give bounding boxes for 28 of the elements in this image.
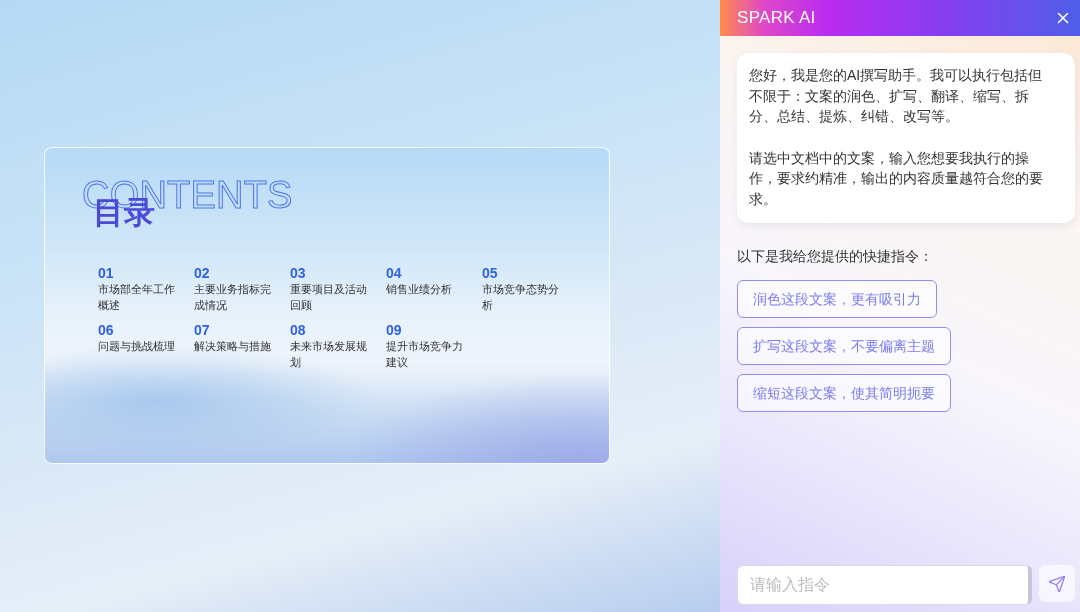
shortcuts-intro: 以下是我给您提供的快捷指令：: [737, 247, 934, 266]
item-label: 提升市场竞争力建议: [386, 339, 463, 370]
item-label: 市场竞争态势分析: [482, 282, 559, 313]
item-number: 04: [386, 265, 402, 281]
item-number: 06: [98, 322, 114, 338]
item-number: 03: [290, 265, 306, 281]
shortcut-button[interactable]: 缩短这段文案，使其简明扼要: [737, 374, 951, 412]
item-label: 主要业务指标完成情况: [194, 282, 271, 313]
item-number: 01: [98, 265, 114, 281]
send-button[interactable]: [1039, 565, 1075, 602]
item-label: 未来市场发展规划: [290, 339, 367, 370]
shortcut-button[interactable]: 扩写这段文案，不要偏离主题: [737, 327, 951, 365]
item-number: 02: [194, 265, 210, 281]
item-number: 09: [386, 322, 402, 338]
item-number: 08: [290, 322, 306, 338]
item-label: 解决策略与措施: [194, 339, 271, 354]
shortcut-button[interactable]: 润色这段文案，更有吸引力: [737, 280, 937, 318]
item-label: 问题与挑战梳理: [98, 339, 175, 354]
input-field[interactable]: 请输入指令: [737, 565, 1033, 605]
item-label: 销售业绩分析: [386, 282, 453, 297]
item-number: 07: [194, 322, 210, 338]
item-label: 重要项目及活动回顾: [290, 282, 367, 313]
item-label: 市场部全年工作概述: [98, 282, 175, 313]
panel-title: SPARK AI: [737, 8, 816, 28]
message-text: 请选中文档中的文案，输入您想要我执行的操作，要求约精准，输出的内容质量越符合您的要求。: [749, 148, 1044, 209]
send-icon: [1048, 574, 1067, 593]
item-number: 05: [482, 265, 498, 281]
message-text: 您好，我是您的AI撰写助手。我可以执行包括但不限于：文案的润色、扩写、翻译、缩写、拆分、总结、提炼、纠错、改写等。: [749, 66, 1044, 126]
